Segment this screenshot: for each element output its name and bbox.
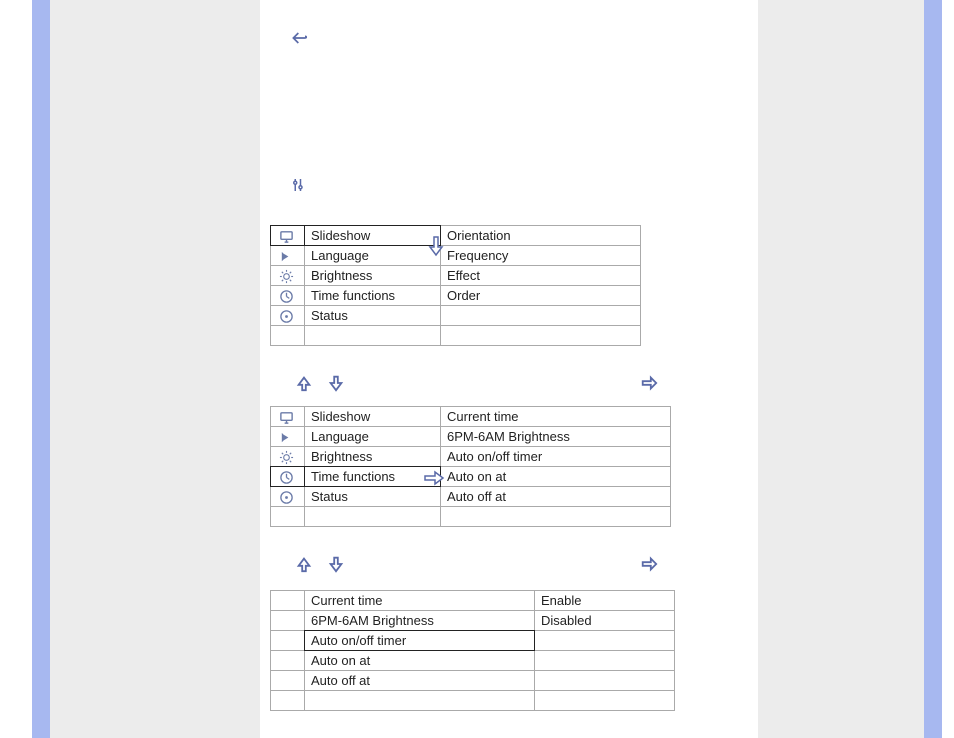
- row-icon: [271, 447, 305, 467]
- right-arrow-icon: [640, 555, 658, 576]
- select-right-icon: [423, 470, 445, 489]
- menu-item-blank: [305, 326, 441, 346]
- right-arrow-icon: [640, 374, 658, 395]
- select-down-icon: [428, 235, 444, 260]
- submenu-item[interactable]: Orientation: [441, 226, 641, 246]
- menu-item[interactable]: Auto off at: [305, 671, 535, 691]
- submenu-item[interactable]: Auto on/off timer: [441, 447, 671, 467]
- submenu-item: [535, 651, 675, 671]
- menu-item-auto-timer[interactable]: Auto on/off timer: [305, 631, 535, 651]
- settings-sliders-icon: [290, 176, 308, 197]
- submenu-item: [441, 507, 671, 527]
- down-arrow-icon: [327, 374, 345, 395]
- right-blue-margin: [924, 0, 942, 738]
- up-arrow-icon: [295, 555, 313, 576]
- row-icon: [271, 651, 305, 671]
- row-icon: [271, 611, 305, 631]
- settings-table-3: Current time Enable 6PM-6AM Brightness D…: [270, 590, 675, 711]
- submenu-item[interactable]: Effect: [441, 266, 641, 286]
- menu-item-status[interactable]: Status: [305, 487, 441, 507]
- menu-item-language[interactable]: Language: [305, 427, 441, 447]
- menu-item[interactable]: Auto on at: [305, 651, 535, 671]
- menu-item-brightness[interactable]: Brightness: [305, 266, 441, 286]
- row-icon: [271, 306, 305, 326]
- menu-item-slideshow[interactable]: Slideshow: [305, 226, 441, 246]
- submenu-item[interactable]: Disabled: [535, 611, 675, 631]
- submenu-item[interactable]: Enable: [535, 591, 675, 611]
- menu-item-brightness[interactable]: Brightness: [305, 447, 441, 467]
- row-icon: [271, 591, 305, 611]
- settings-table-2: Slideshow Current time Language 6PM-6AM …: [270, 406, 671, 527]
- document-content: Slideshow Orientation Language Frequency…: [260, 0, 758, 738]
- submenu-item: [535, 671, 675, 691]
- menu-item[interactable]: Current time: [305, 591, 535, 611]
- menu-item[interactable]: 6PM-6AM Brightness: [305, 611, 535, 631]
- submenu-item: [441, 326, 641, 346]
- submenu-item: [535, 631, 675, 651]
- submenu-item[interactable]: Auto on at: [441, 467, 671, 487]
- row-icon: [271, 487, 305, 507]
- row-icon: [271, 407, 305, 427]
- row-icon: [271, 691, 305, 711]
- right-gray-column: [758, 0, 924, 738]
- row-icon: [271, 226, 305, 246]
- down-arrow-icon: [327, 555, 345, 576]
- menu-item-language[interactable]: Language: [305, 246, 441, 266]
- submenu-item: [441, 306, 641, 326]
- row-icon: [271, 326, 305, 346]
- row-icon: [271, 467, 305, 487]
- up-arrow-icon: [295, 374, 313, 395]
- row-icon: [271, 507, 305, 527]
- submenu-item[interactable]: 6PM-6AM Brightness: [441, 427, 671, 447]
- menu-item-blank: [305, 507, 441, 527]
- submenu-item[interactable]: Order: [441, 286, 641, 306]
- submenu-item[interactable]: Current time: [441, 407, 671, 427]
- submenu-item[interactable]: Auto off at: [441, 487, 671, 507]
- row-icon: [271, 671, 305, 691]
- row-icon: [271, 286, 305, 306]
- submenu-item[interactable]: Frequency: [441, 246, 641, 266]
- menu-item-time-functions[interactable]: Time functions: [305, 467, 441, 487]
- menu-item-blank: [305, 691, 535, 711]
- menu-item-time-functions[interactable]: Time functions: [305, 286, 441, 306]
- submenu-item: [535, 691, 675, 711]
- menu-item-status[interactable]: Status: [305, 306, 441, 326]
- left-gray-column: [50, 0, 260, 738]
- row-icon: [271, 427, 305, 447]
- row-icon: [271, 246, 305, 266]
- menu-item-slideshow[interactable]: Slideshow: [305, 407, 441, 427]
- row-icon: [271, 631, 305, 651]
- settings-table-1: Slideshow Orientation Language Frequency…: [270, 225, 641, 346]
- row-icon: [271, 266, 305, 286]
- left-blue-margin: [32, 0, 50, 738]
- back-arrow-icon: [290, 28, 310, 51]
